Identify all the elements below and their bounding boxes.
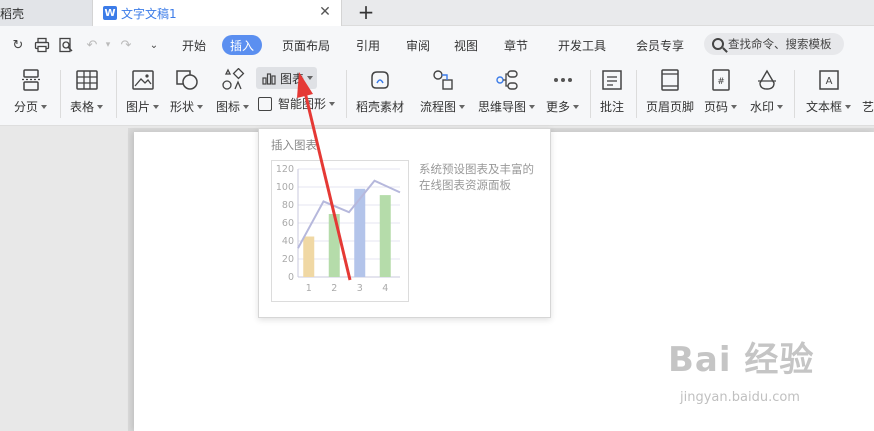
watermark-url: jingyan.baidu.com — [680, 390, 800, 405]
baidu-watermark: Bai 经验 jingyan.baidu.com — [668, 332, 815, 405]
watermark-logo-text: Bai 经验 — [668, 340, 815, 380]
